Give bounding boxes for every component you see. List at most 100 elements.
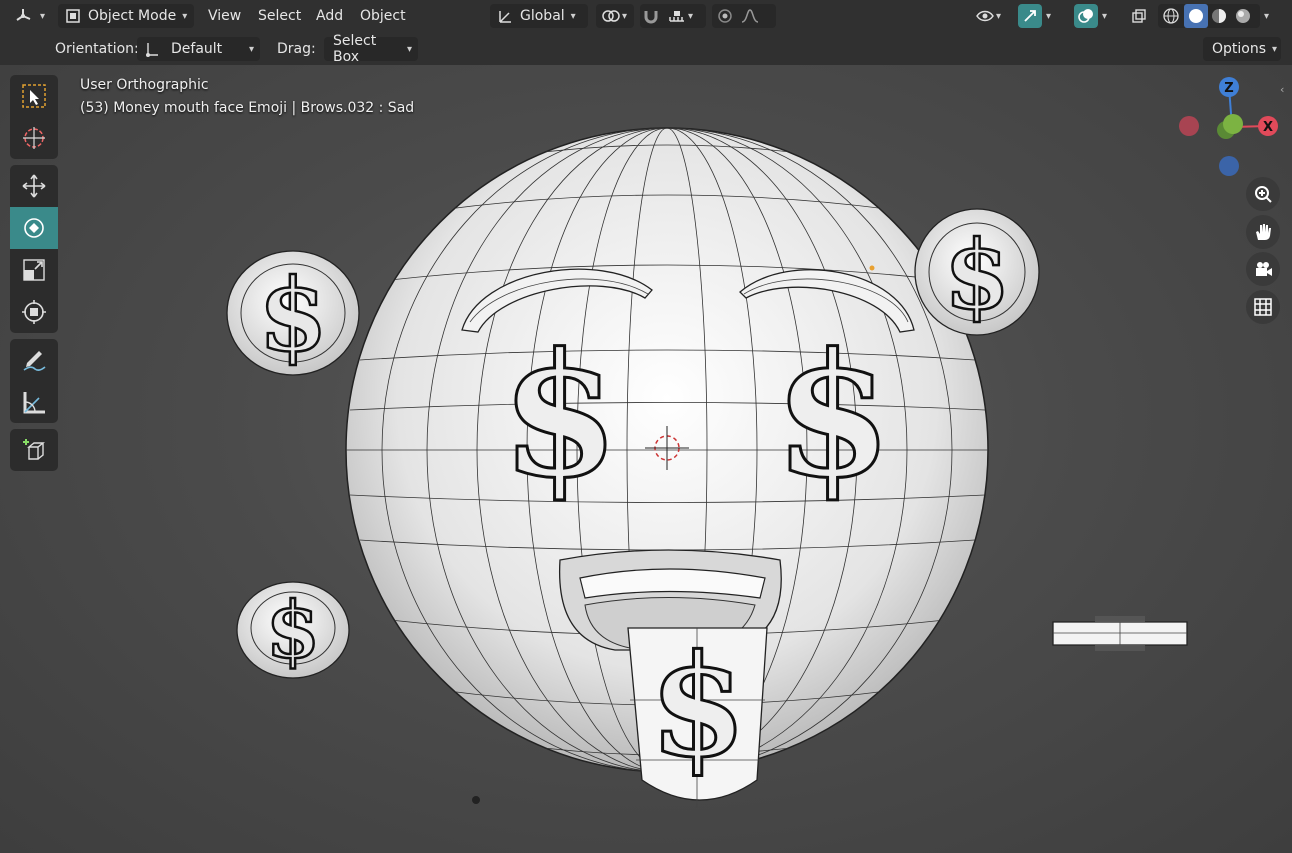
pivot-point-icon — [602, 7, 620, 25]
transform-orientation-dropdown[interactable]: Global ▾ — [490, 4, 588, 28]
camera-view-button[interactable] — [1246, 252, 1280, 286]
orientation-label: Orientation: — [55, 41, 139, 57]
drag-label: Drag: — [277, 41, 316, 57]
material-shading-button[interactable] — [1210, 4, 1228, 28]
dollar-eye-left-mesh[interactable]: $ — [499, 315, 620, 518]
viewport-axis-icon — [16, 9, 31, 21]
rendered-shading-button[interactable] — [1234, 4, 1252, 28]
chevron-down-icon: ▾ — [40, 10, 46, 22]
overlays-dropdown[interactable]: ▾ — [1102, 4, 1107, 28]
snap-toggle[interactable] — [642, 4, 660, 28]
snap-target-dropdown[interactable]: ▾ — [668, 4, 693, 28]
chevron-down-icon: ▾ — [1272, 43, 1278, 55]
svg-text:$: $ — [266, 585, 320, 676]
ortho-toggle-button[interactable] — [1246, 290, 1280, 324]
tool-settings-bar: Orientation: Default ▾ Drag: Select Box … — [0, 33, 1292, 65]
tool-select-box[interactable] — [10, 75, 58, 117]
editor-type-button[interactable]: ▾ — [14, 4, 45, 28]
object-mode-icon — [64, 7, 82, 25]
visibility-dropdown[interactable]: ▾ — [976, 4, 1001, 28]
falloff-dropdown[interactable] — [740, 4, 758, 28]
light-object[interactable] — [472, 796, 480, 804]
overlays-icon — [1077, 7, 1095, 25]
drag-dropdown[interactable]: Select Box ▾ — [324, 33, 418, 65]
shading-dropdown[interactable]: ▾ — [1264, 4, 1269, 28]
neg-x-axis-handle[interactable] — [1179, 116, 1199, 136]
menu-add[interactable]: Add — [310, 4, 349, 28]
tool-transform[interactable] — [10, 291, 58, 333]
menu-select[interactable]: Select — [252, 4, 307, 28]
pivot-point-dropdown[interactable]: ▾ — [596, 4, 634, 28]
dollar-eye-right-mesh[interactable]: $ — [772, 315, 893, 518]
eye-icon — [976, 7, 994, 25]
tool-add-cube[interactable] — [10, 429, 58, 471]
pan-button[interactable] — [1246, 215, 1280, 249]
transform-icon — [22, 300, 46, 324]
chevron-down-icon: ▾ — [1264, 10, 1270, 22]
origin-point — [869, 265, 875, 271]
coin-mesh-1[interactable]: $ — [226, 250, 360, 376]
coin-mesh-3[interactable]: $ — [236, 581, 350, 679]
zoom-button[interactable] — [1246, 177, 1280, 211]
chevron-down-icon: ▾ — [248, 43, 254, 55]
wireframe-shading-button[interactable] — [1162, 4, 1180, 28]
xray-icon — [1130, 7, 1148, 25]
tool-rotate[interactable] — [10, 207, 58, 249]
add-cube-icon — [23, 439, 45, 460]
select-box-icon — [22, 84, 46, 108]
mode-dropdown[interactable]: Object Mode ▾ — [58, 4, 194, 28]
options-dropdown[interactable]: Options ▾ — [1203, 37, 1281, 61]
coin-mesh-4[interactable] — [1052, 616, 1188, 651]
camera-icon — [1256, 262, 1272, 276]
menu-view[interactable]: View — [202, 4, 247, 28]
chevron-down-icon: ▾ — [688, 10, 694, 22]
mode-label: Object Mode — [88, 8, 177, 24]
tool-scale[interactable] — [10, 249, 58, 291]
orientation-value: Default — [171, 41, 223, 57]
measure-icon — [23, 392, 45, 414]
xray-toggle[interactable] — [1130, 4, 1148, 28]
solid-shading-button[interactable] — [1184, 4, 1208, 28]
sidebar-toggle-icon[interactable]: ‹ — [1280, 83, 1284, 96]
tool-move[interactable] — [10, 165, 58, 207]
viewport-header: ▾ Object Mode ▾ View Select Add Object G… — [0, 0, 1292, 33]
svg-text:$: $ — [501, 316, 619, 516]
snap-increment-icon — [668, 7, 686, 25]
chevron-down-icon: ▾ — [996, 10, 1002, 22]
move-icon — [22, 174, 46, 198]
annotate-icon — [23, 351, 46, 371]
rendered-shading-icon — [1234, 7, 1252, 25]
coin-mesh-2[interactable]: $ — [914, 208, 1040, 336]
svg-text:$: $ — [649, 625, 746, 789]
svg-text:$: $ — [774, 316, 892, 516]
chevron-down-icon: ▾ — [182, 10, 188, 22]
svg-text:$: $ — [258, 256, 328, 374]
tongue-mesh[interactable]: $ — [627, 624, 768, 808]
object-info: (53) Money mouth face Emoji | Brows.032 … — [80, 100, 415, 116]
zoom-icon — [1255, 186, 1272, 203]
scale-icon — [23, 259, 45, 281]
proportional-edit-icon — [716, 7, 734, 25]
overlays-toggle[interactable] — [1074, 4, 1098, 28]
tool-cursor[interactable] — [10, 117, 58, 159]
x-axis-label: X — [1263, 120, 1273, 135]
chevron-down-icon: ▾ — [1102, 10, 1108, 22]
tool-measure[interactable] — [10, 381, 58, 423]
proportional-edit-toggle[interactable] — [716, 4, 734, 28]
tool-shelf — [10, 75, 58, 477]
neg-z-axis-handle[interactable] — [1219, 156, 1239, 176]
gizmo-toggle[interactable] — [1018, 4, 1042, 28]
orientation-dropdown[interactable]: Default ▾ — [137, 37, 260, 61]
tool-annotate[interactable] — [10, 339, 58, 381]
orientation-axis-icon — [143, 40, 161, 58]
3d-viewport[interactable]: $ $ $ $ $ $ User Orthographic (53) Money… — [0, 65, 1292, 853]
menu-object[interactable]: Object — [354, 4, 412, 28]
chevron-down-icon: ▾ — [570, 10, 576, 22]
options-label: Options — [1212, 41, 1267, 57]
y-axis-handle[interactable] — [1223, 114, 1243, 134]
chevron-down-icon: ▾ — [1046, 10, 1052, 22]
chevron-down-icon: ▾ — [406, 43, 412, 55]
wireframe-shading-icon — [1162, 7, 1180, 25]
gizmo-dropdown[interactable]: ▾ — [1046, 4, 1051, 28]
transform-orientation-icon — [496, 7, 514, 25]
